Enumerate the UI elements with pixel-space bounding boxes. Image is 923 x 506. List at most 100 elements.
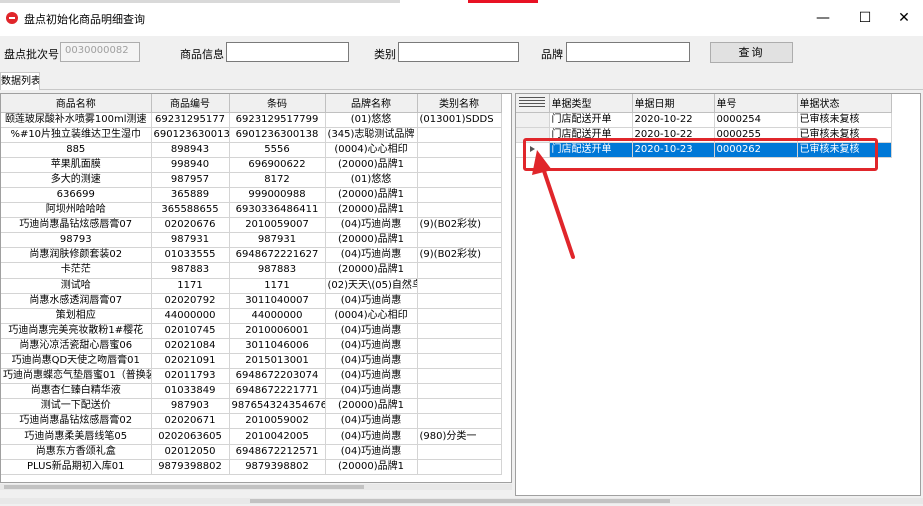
- table-cell[interactable]: [417, 278, 502, 294]
- table-cell[interactable]: (9)(B02彩妆): [417, 217, 502, 234]
- table-row[interactable]: 尚惠润肤修颜套装02 01033555 6948672221627 (04)巧迪尚惠(…: [1, 247, 502, 264]
- table-cell[interactable]: (980)分类一: [417, 428, 502, 445]
- table-cell[interactable]: 02011793: [151, 368, 230, 385]
- table-cell[interactable]: (02)天天\(05)自然鸟: [325, 278, 418, 294]
- table-cell[interactable]: 98793: [1, 232, 152, 249]
- table-cell[interactable]: [417, 187, 502, 204]
- table-cell[interactable]: 2015013001: [229, 353, 326, 370]
- table-cell[interactable]: 01033555: [151, 247, 230, 264]
- table-cell[interactable]: 44000000: [229, 308, 326, 324]
- table-row[interactable]: 巧迪尚惠晶钻炫感唇膏07 02020676 2010059007 (04)巧迪尚惠 (9…: [1, 217, 502, 234]
- table-cell[interactable]: (20000)品牌1: [325, 187, 418, 204]
- table-cell[interactable]: (20000)品牌1: [325, 262, 418, 279]
- table-cell[interactable]: 阿坝州哈哈哈: [1, 202, 152, 219]
- table-cell[interactable]: 6901236300138: [229, 127, 326, 143]
- table-cell[interactable]: 测试一下配送价: [1, 398, 152, 415]
- document-column-header[interactable]: 单据状态: [797, 94, 892, 113]
- row-header[interactable]: [516, 112, 550, 128]
- table-cell[interactable]: 365889: [151, 187, 230, 204]
- table-row[interactable]: 巧迪尚惠蝶恋气垫唇蜜01（普换装） 02011793 6948672203074 (0…: [1, 368, 502, 385]
- table-cell[interactable]: 02020671: [151, 413, 230, 430]
- close-button[interactable]: ✕: [887, 6, 921, 30]
- table-cell[interactable]: 987931: [229, 232, 326, 249]
- table-cell[interactable]: [417, 262, 502, 279]
- table-row[interactable]: 巧迪尚惠晶钻炫感唇膏02 02020671 2010059002 (04)巧迪尚惠: [1, 413, 502, 430]
- table-cell[interactable]: 02020676: [151, 217, 230, 234]
- document-column-header[interactable]: 单号: [714, 94, 798, 113]
- table-cell[interactable]: 6948672221771: [229, 383, 326, 400]
- table-cell[interactable]: 8172: [229, 172, 326, 188]
- row-header[interactable]: [516, 127, 550, 143]
- table-cell[interactable]: (20000)品牌1: [325, 202, 418, 219]
- table-cell[interactable]: 多大的测速: [1, 172, 152, 188]
- table-cell[interactable]: (01)悠悠: [325, 172, 418, 188]
- table-cell[interactable]: 02021091: [151, 353, 230, 370]
- table-cell[interactable]: 2020-10-22: [632, 127, 715, 143]
- table-row[interactable]: 苹果肌面膜 998940 696900622 (20000)品牌1: [1, 157, 502, 173]
- table-cell[interactable]: 巧迪尚惠完美亮妆散粉1#樱花: [1, 323, 152, 339]
- table-cell[interactable]: 885: [1, 142, 152, 158]
- table-cell[interactable]: 卡茫茫: [1, 262, 152, 279]
- table-cell[interactable]: 门店配送开单: [549, 127, 633, 143]
- table-cell[interactable]: 测试哈: [1, 278, 152, 294]
- table-cell[interactable]: 颐莲玻尿酸补水喷雾100ml测速: [1, 112, 152, 128]
- table-cell[interactable]: 2010059007: [229, 217, 326, 234]
- table-cell[interactable]: 苹果肌面膜: [1, 157, 152, 173]
- table-cell[interactable]: 02010745: [151, 323, 230, 339]
- table-cell[interactable]: 2020-10-23: [632, 142, 715, 158]
- query-button[interactable]: 查询: [710, 42, 793, 63]
- table-cell[interactable]: [417, 459, 502, 475]
- table-row[interactable]: 尚惠沁凉活瓷甜心唇蜜06 02021084 3011046006 (04)巧迪尚惠: [1, 338, 502, 355]
- table-cell[interactable]: 6948672221627: [229, 247, 326, 264]
- table-cell[interactable]: 02020792: [151, 293, 230, 309]
- maximize-button[interactable]: ☐: [848, 6, 882, 30]
- table-row[interactable]: 636699 365889 999000988 (20000)品牌1: [1, 187, 502, 204]
- table-cell[interactable]: 策划相应: [1, 308, 152, 324]
- table-cell[interactable]: [417, 383, 502, 400]
- table-cell[interactable]: (013001)SDDS: [417, 112, 502, 128]
- product-column-header[interactable]: 商品编号: [151, 94, 230, 113]
- table-cell[interactable]: 巧迪尚惠晶钻炫感唇膏07: [1, 217, 152, 234]
- table-cell[interactable]: [417, 142, 502, 158]
- table-row[interactable]: 98793 987931 987931 (20000)品牌1: [1, 232, 502, 249]
- product-column-header[interactable]: 类别名称: [417, 94, 502, 113]
- table-cell[interactable]: (04)巧迪尚惠: [325, 353, 418, 370]
- table-cell[interactable]: [417, 338, 502, 355]
- window-hscrollbar[interactable]: [0, 498, 923, 504]
- table-cell[interactable]: 2010042005: [229, 428, 326, 445]
- table-cell[interactable]: 2010059002: [229, 413, 326, 430]
- table-row[interactable]: 巧迪尚惠QD天使之吻唇膏01 02021091 2015013001 (04)巧迪尚惠: [1, 353, 502, 370]
- table-cell[interactable]: (01)悠悠: [325, 112, 418, 128]
- table-row[interactable]: 测试一下配送价 987903 987654324354676 (20000)品牌1: [1, 398, 502, 415]
- table-cell[interactable]: (345)志聪测试品牌: [325, 127, 418, 143]
- table-cell[interactable]: 999000988: [229, 187, 326, 204]
- table-cell[interactable]: [417, 293, 502, 309]
- table-cell[interactable]: 02012050: [151, 444, 230, 460]
- table-row[interactable]: 门店配送开单 2020-10-22 0000254 已审核未复核: [516, 112, 892, 128]
- row-header[interactable]: [516, 142, 550, 158]
- product-column-header[interactable]: 品牌名称: [325, 94, 418, 113]
- table-cell[interactable]: PLUS新品期初入库01: [1, 459, 152, 475]
- table-cell[interactable]: 尚惠沁凉活瓷甜心唇蜜06: [1, 338, 152, 355]
- table-cell[interactable]: [417, 398, 502, 415]
- batch-field[interactable]: 0030000082: [60, 42, 140, 62]
- table-cell[interactable]: 巧迪尚惠蝶恋气垫唇蜜01（普换装）: [1, 368, 152, 385]
- table-row[interactable]: 巧迪尚惠完美亮妆散粉1#樱花 02010745 2010006001 (04)巧迪尚惠: [1, 323, 502, 339]
- table-cell[interactable]: 987903: [151, 398, 230, 415]
- table-row[interactable]: 巧迪尚惠柔美唇线笔05 0202063605 2010042005 (04)巧迪尚惠(…: [1, 428, 502, 445]
- table-row[interactable]: 阿坝州哈哈哈 365588655 6930336486411 (20000)品牌1: [1, 202, 502, 219]
- table-cell[interactable]: 巧迪尚惠晶钻炫感唇膏02: [1, 413, 152, 430]
- table-cell[interactable]: 987931: [151, 232, 230, 249]
- table-cell[interactable]: 6901236300138: [151, 127, 230, 143]
- table-cell[interactable]: 01033849: [151, 383, 230, 400]
- table-cell[interactable]: (04)巧迪尚惠: [325, 338, 418, 355]
- table-cell[interactable]: (04)巧迪尚惠: [325, 444, 418, 460]
- table-cell[interactable]: 巧迪尚惠QD天使之吻唇膏01: [1, 353, 152, 370]
- table-row[interactable]: %#10片独立装维达卫生湿巾 6901236300138 6901236300138…: [1, 127, 502, 143]
- table-cell[interactable]: 0000262: [714, 142, 798, 158]
- table-cell[interactable]: 0202063605: [151, 428, 230, 445]
- table-cell[interactable]: 696900622: [229, 157, 326, 173]
- table-cell[interactable]: (20000)品牌1: [325, 398, 418, 415]
- table-cell[interactable]: 1171: [229, 278, 326, 294]
- table-cell[interactable]: 0000254: [714, 112, 798, 128]
